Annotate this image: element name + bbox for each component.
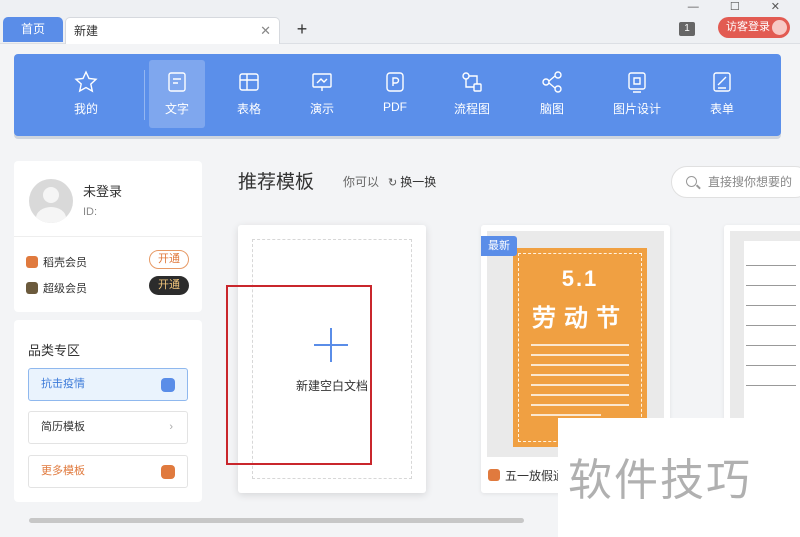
watermark-text: 软件技巧 <box>568 456 752 505</box>
tool-image-design[interactable]: 图片设计 <box>609 60 665 128</box>
user-id: ID: <box>83 206 98 218</box>
toolbar-divider <box>144 70 145 120</box>
presentation-icon <box>312 73 332 91</box>
tool-presentation[interactable]: 演示 <box>294 60 350 128</box>
highlight-box <box>226 285 372 465</box>
category-label: 抗击疫情 <box>41 378 85 390</box>
docer-icon <box>488 469 500 481</box>
member-label: 稻壳会员 <box>43 257 87 269</box>
tool-text[interactable]: 文字 <box>149 60 205 128</box>
poster-text-line <box>531 384 629 386</box>
image-design-icon <box>628 72 646 93</box>
title-bar: 首页 新建 ✕ + — ☐ ✕ 1 访客登录 <box>0 0 800 44</box>
category-item-epidemic[interactable]: 抗击疫情 <box>28 368 188 401</box>
member-label: 超级会员 <box>43 283 87 295</box>
document-line <box>746 345 796 346</box>
poster-text-line <box>531 364 629 366</box>
tool-label: 图片设计 <box>612 102 661 116</box>
add-tab-button[interactable]: + <box>292 17 312 41</box>
poster-title: 5.1 <box>561 266 599 291</box>
document-line <box>746 325 796 326</box>
divider <box>14 236 202 237</box>
docer-member-icon <box>26 256 38 268</box>
document-line <box>746 385 796 386</box>
close-icon[interactable]: ✕ <box>260 18 271 44</box>
watermark: 软件技巧 <box>558 418 800 537</box>
app-toolbar: 我的 文字 表格 演示 PDF 流程图 脑图 图片设计 表单 <box>14 54 781 136</box>
member-super: 超级会员 <box>26 280 87 296</box>
mascot-icon <box>161 378 175 392</box>
section-title: 推荐模板 <box>238 172 315 193</box>
tool-form[interactable]: 表单 <box>694 60 750 128</box>
category-item-resume[interactable]: 简历模板 › <box>28 411 188 444</box>
category-label: 更多模板 <box>41 465 85 477</box>
search-input[interactable]: 直接搜你想要的 <box>671 166 800 198</box>
open-docer-button[interactable]: 开通 <box>149 250 189 269</box>
user-card: 未登录 ID: 稻壳会员 开通 超级会员 开通 <box>14 161 202 312</box>
tool-flowchart[interactable]: 流程图 <box>444 60 500 128</box>
document-line <box>746 365 796 366</box>
document-icon <box>168 72 186 92</box>
notification-badge[interactable]: 1 <box>679 22 695 36</box>
tab-new[interactable]: 新建 ✕ <box>65 17 280 44</box>
poster-text-line <box>531 394 629 396</box>
search-icon <box>686 176 697 187</box>
pdf-icon <box>386 72 404 92</box>
document-line <box>746 305 796 306</box>
document-line <box>746 285 796 286</box>
guest-login-label: 访客登录 <box>726 21 770 33</box>
open-super-button[interactable]: 开通 <box>149 276 189 295</box>
flowchart-icon <box>462 72 482 92</box>
download-icon <box>161 465 175 479</box>
tool-label: 表单 <box>709 102 734 116</box>
avatar-icon <box>772 20 787 35</box>
category-card: 品类专区 抗击疫情 简历模板 › 更多模板 <box>14 320 202 502</box>
window-controls[interactable]: — ☐ ✕ <box>688 0 794 16</box>
tool-label: 演示 <box>309 102 334 116</box>
document-page-image <box>744 241 800 436</box>
horizontal-scrollbar[interactable] <box>29 518 524 523</box>
poster-text-line <box>531 374 629 376</box>
tool-label: 脑图 <box>539 102 564 116</box>
search-placeholder: 直接搜你想要的 <box>708 175 793 189</box>
refresh-button[interactable]: ↻ 换一换 <box>388 173 436 190</box>
category-title: 品类专区 <box>28 343 81 358</box>
member-docer: 稻壳会员 <box>26 254 87 270</box>
document-line <box>746 265 796 266</box>
poster-text-line <box>531 354 629 356</box>
tool-pdf[interactable]: PDF <box>367 60 423 128</box>
tool-label: 我的 <box>73 102 98 116</box>
chevron-right-icon: › <box>169 421 173 433</box>
tool-label: PDF <box>383 100 407 114</box>
tool-mine[interactable]: 我的 <box>58 60 114 128</box>
maybe-label: 你可以 <box>343 175 380 189</box>
guest-login-button[interactable]: 访客登录 <box>718 17 790 38</box>
star-icon <box>74 70 98 93</box>
poster-subtitle: 劳动节 <box>532 305 628 332</box>
tool-label: 表格 <box>236 102 261 116</box>
avatar[interactable] <box>29 179 73 223</box>
new-badge: 最新 <box>481 236 517 256</box>
category-label: 简历模板 <box>41 421 85 433</box>
table-icon <box>239 73 259 91</box>
tool-mindmap[interactable]: 脑图 <box>524 60 580 128</box>
tab-home[interactable]: 首页 <box>3 17 63 42</box>
mindmap-icon <box>542 71 562 93</box>
template-name: 五一放假通 <box>505 469 566 483</box>
refresh-icon: ↻ <box>388 177 398 189</box>
super-member-icon <box>26 282 38 294</box>
form-icon <box>713 72 731 92</box>
poster-text-line <box>531 404 629 406</box>
tool-spreadsheet[interactable]: 表格 <box>221 60 277 128</box>
username[interactable]: 未登录 <box>83 181 122 200</box>
category-item-more[interactable]: 更多模板 <box>28 455 188 488</box>
tool-label: 流程图 <box>453 102 490 116</box>
poster-text-line <box>531 344 629 346</box>
tool-label: 文字 <box>164 102 189 116</box>
tab-new-label: 新建 <box>74 24 99 38</box>
poster-text-line <box>531 414 601 416</box>
refresh-label: 换一换 <box>400 175 437 189</box>
